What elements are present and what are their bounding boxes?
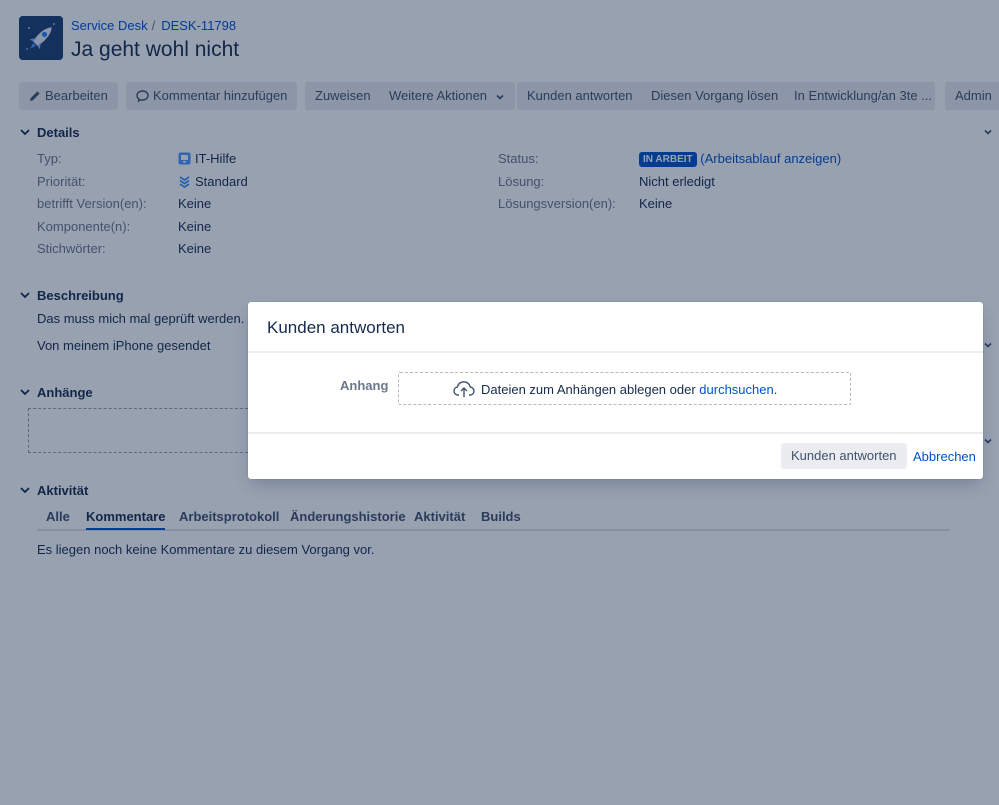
dialog-header-divider <box>248 351 983 353</box>
attachment-dropzone[interactable]: Dateien zum Anhängen ablegen oder durchs… <box>398 372 851 405</box>
dropzone-text-suffix: . <box>773 382 778 397</box>
browse-files-link[interactable]: durchsuchen <box>699 382 773 397</box>
attachment-field-label: Anhang <box>340 378 389 393</box>
cloud-upload-icon <box>453 381 475 397</box>
reply-submit-button[interactable]: Kunden antworten <box>781 443 907 469</box>
dialog-title: Kunden antworten <box>267 318 405 337</box>
reply-customer-dialog: Kunden antworten Anhang Dateien zum Anhä… <box>248 302 983 479</box>
dialog-footer-divider <box>248 432 983 434</box>
cancel-link[interactable]: Abbrechen <box>913 449 976 464</box>
dropzone-text: Dateien zum Anhängen ablegen oder <box>481 382 700 397</box>
